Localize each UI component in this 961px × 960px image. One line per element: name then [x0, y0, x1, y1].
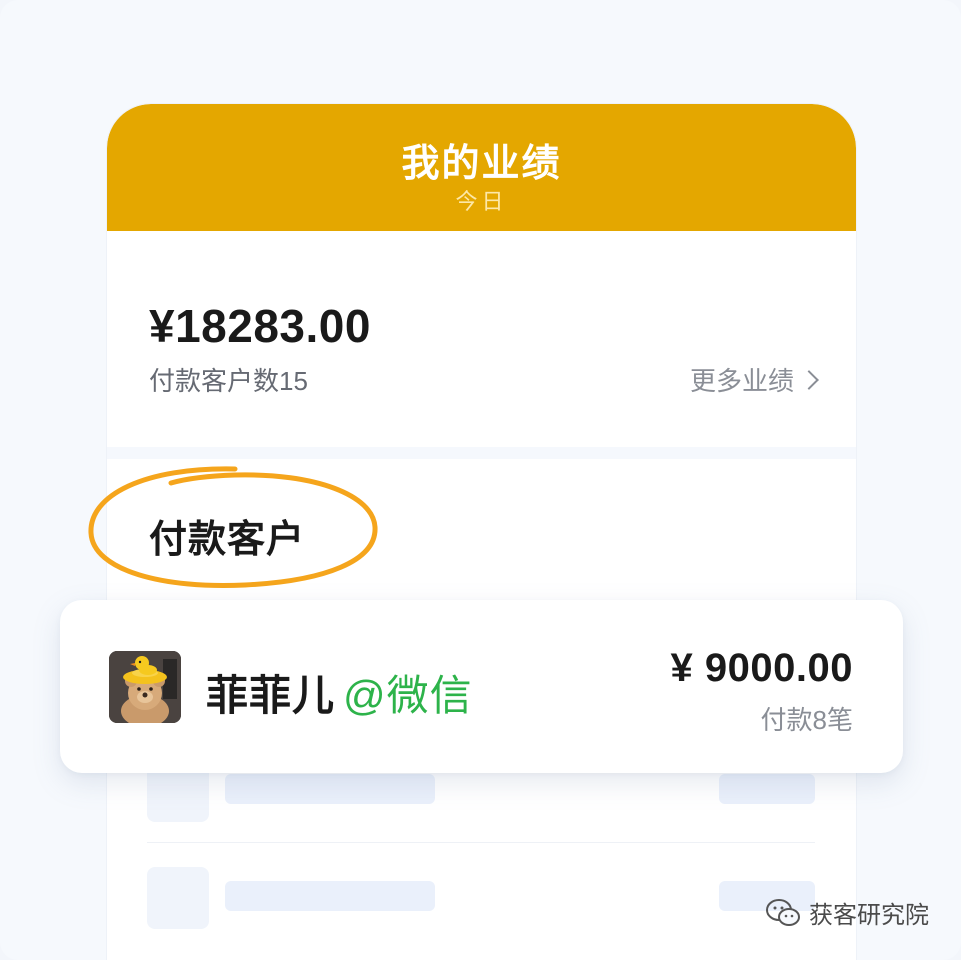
customer-amount: ¥ 9000.00: [670, 646, 853, 690]
list-separator: [147, 842, 815, 843]
customer-name-text: 菲菲儿: [206, 672, 336, 719]
paying-customers-count: 付款客户数15: [149, 366, 308, 396]
customer-payment-count: 付款8笔: [760, 705, 853, 735]
section-title-paying-customers: 付款客户: [149, 519, 306, 561]
more-performance-link[interactable]: 更多业绩: [689, 361, 819, 398]
bear-avatar-icon: [109, 651, 181, 723]
section-divider: [107, 447, 856, 459]
date-filter-label[interactable]: 今日: [107, 184, 856, 216]
customer-source: @微信: [343, 672, 473, 719]
more-performance-label: 更多业绩: [689, 366, 794, 396]
performance-header: 我的业绩 今日: [107, 104, 856, 231]
page-title: 我的业绩: [401, 143, 562, 185]
chevron-right-icon: [799, 369, 819, 390]
phone-screen: 我的业绩 今日 ¥18283.00 付款客户数15 更多业绩 付款客户: [107, 104, 856, 960]
watermark: 获客研究院: [765, 895, 929, 930]
customer-name: 菲菲儿 @微信: [206, 662, 473, 723]
value-placeholder: [719, 774, 815, 804]
performance-summary: ¥18283.00 付款客户数15 更多业绩: [107, 231, 856, 447]
text-placeholder: [225, 774, 435, 804]
customer-card[interactable]: 菲菲儿 @微信 ¥ 9000.00 付款8笔: [60, 600, 903, 773]
wechat-icon: [766, 898, 800, 926]
total-amount: ¥18283.00: [149, 300, 371, 352]
watermark-text: 获客研究院: [809, 902, 929, 929]
text-placeholder: [225, 881, 435, 911]
list-item-placeholder: [147, 867, 815, 929]
avatar-placeholder: [147, 867, 209, 929]
avatar: [109, 651, 181, 723]
